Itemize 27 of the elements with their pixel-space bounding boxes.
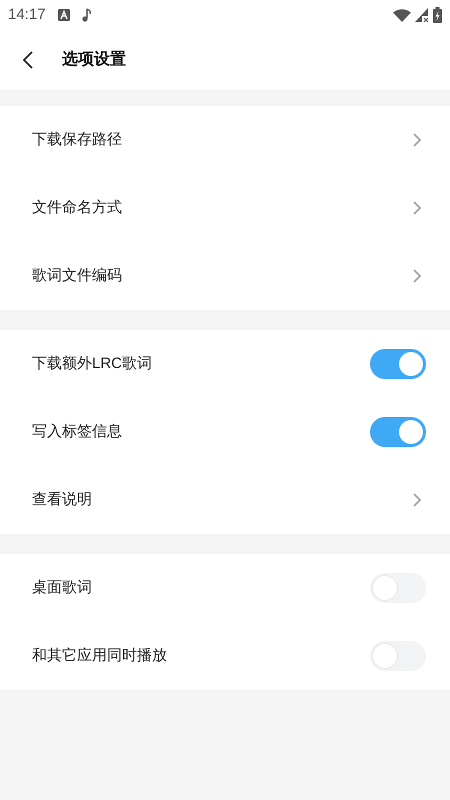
setting-label: 文件命名方式 <box>32 198 122 218</box>
setting-label: 下载额外LRC歌词 <box>32 354 152 374</box>
setting-row[interactable]: 歌词文件编码 <box>0 242 450 310</box>
wifi-icon <box>393 8 411 22</box>
setting-row[interactable]: 下载保存路径 <box>0 106 450 174</box>
chevron-right-icon <box>412 200 422 216</box>
status-time: 14:17 <box>8 4 46 25</box>
toggle-switch[interactable] <box>370 641 426 671</box>
setting-label: 下载保存路径 <box>32 130 122 150</box>
chevron-right-icon <box>412 492 422 508</box>
chevron-right-icon <box>412 132 422 148</box>
setting-label: 歌词文件编码 <box>32 266 122 286</box>
setting-label: 桌面歌词 <box>32 578 92 598</box>
battery-charging-icon <box>433 7 442 23</box>
setting-row[interactable]: 查看说明 <box>0 466 450 534</box>
toggle-switch[interactable] <box>370 417 426 447</box>
page-title: 选项设置 <box>62 50 126 70</box>
music-note-icon <box>82 8 92 22</box>
setting-label: 查看说明 <box>32 490 92 510</box>
chevron-right-icon <box>412 268 422 284</box>
setting-row[interactable]: 文件命名方式 <box>0 174 450 242</box>
toggle-switch[interactable] <box>370 573 426 603</box>
keyboard-app-icon <box>58 9 70 21</box>
toggle-switch[interactable] <box>370 349 426 379</box>
setting-label: 和其它应用同时播放 <box>32 646 167 666</box>
signal-icon <box>415 8 429 22</box>
setting-label: 写入标签信息 <box>32 422 122 442</box>
